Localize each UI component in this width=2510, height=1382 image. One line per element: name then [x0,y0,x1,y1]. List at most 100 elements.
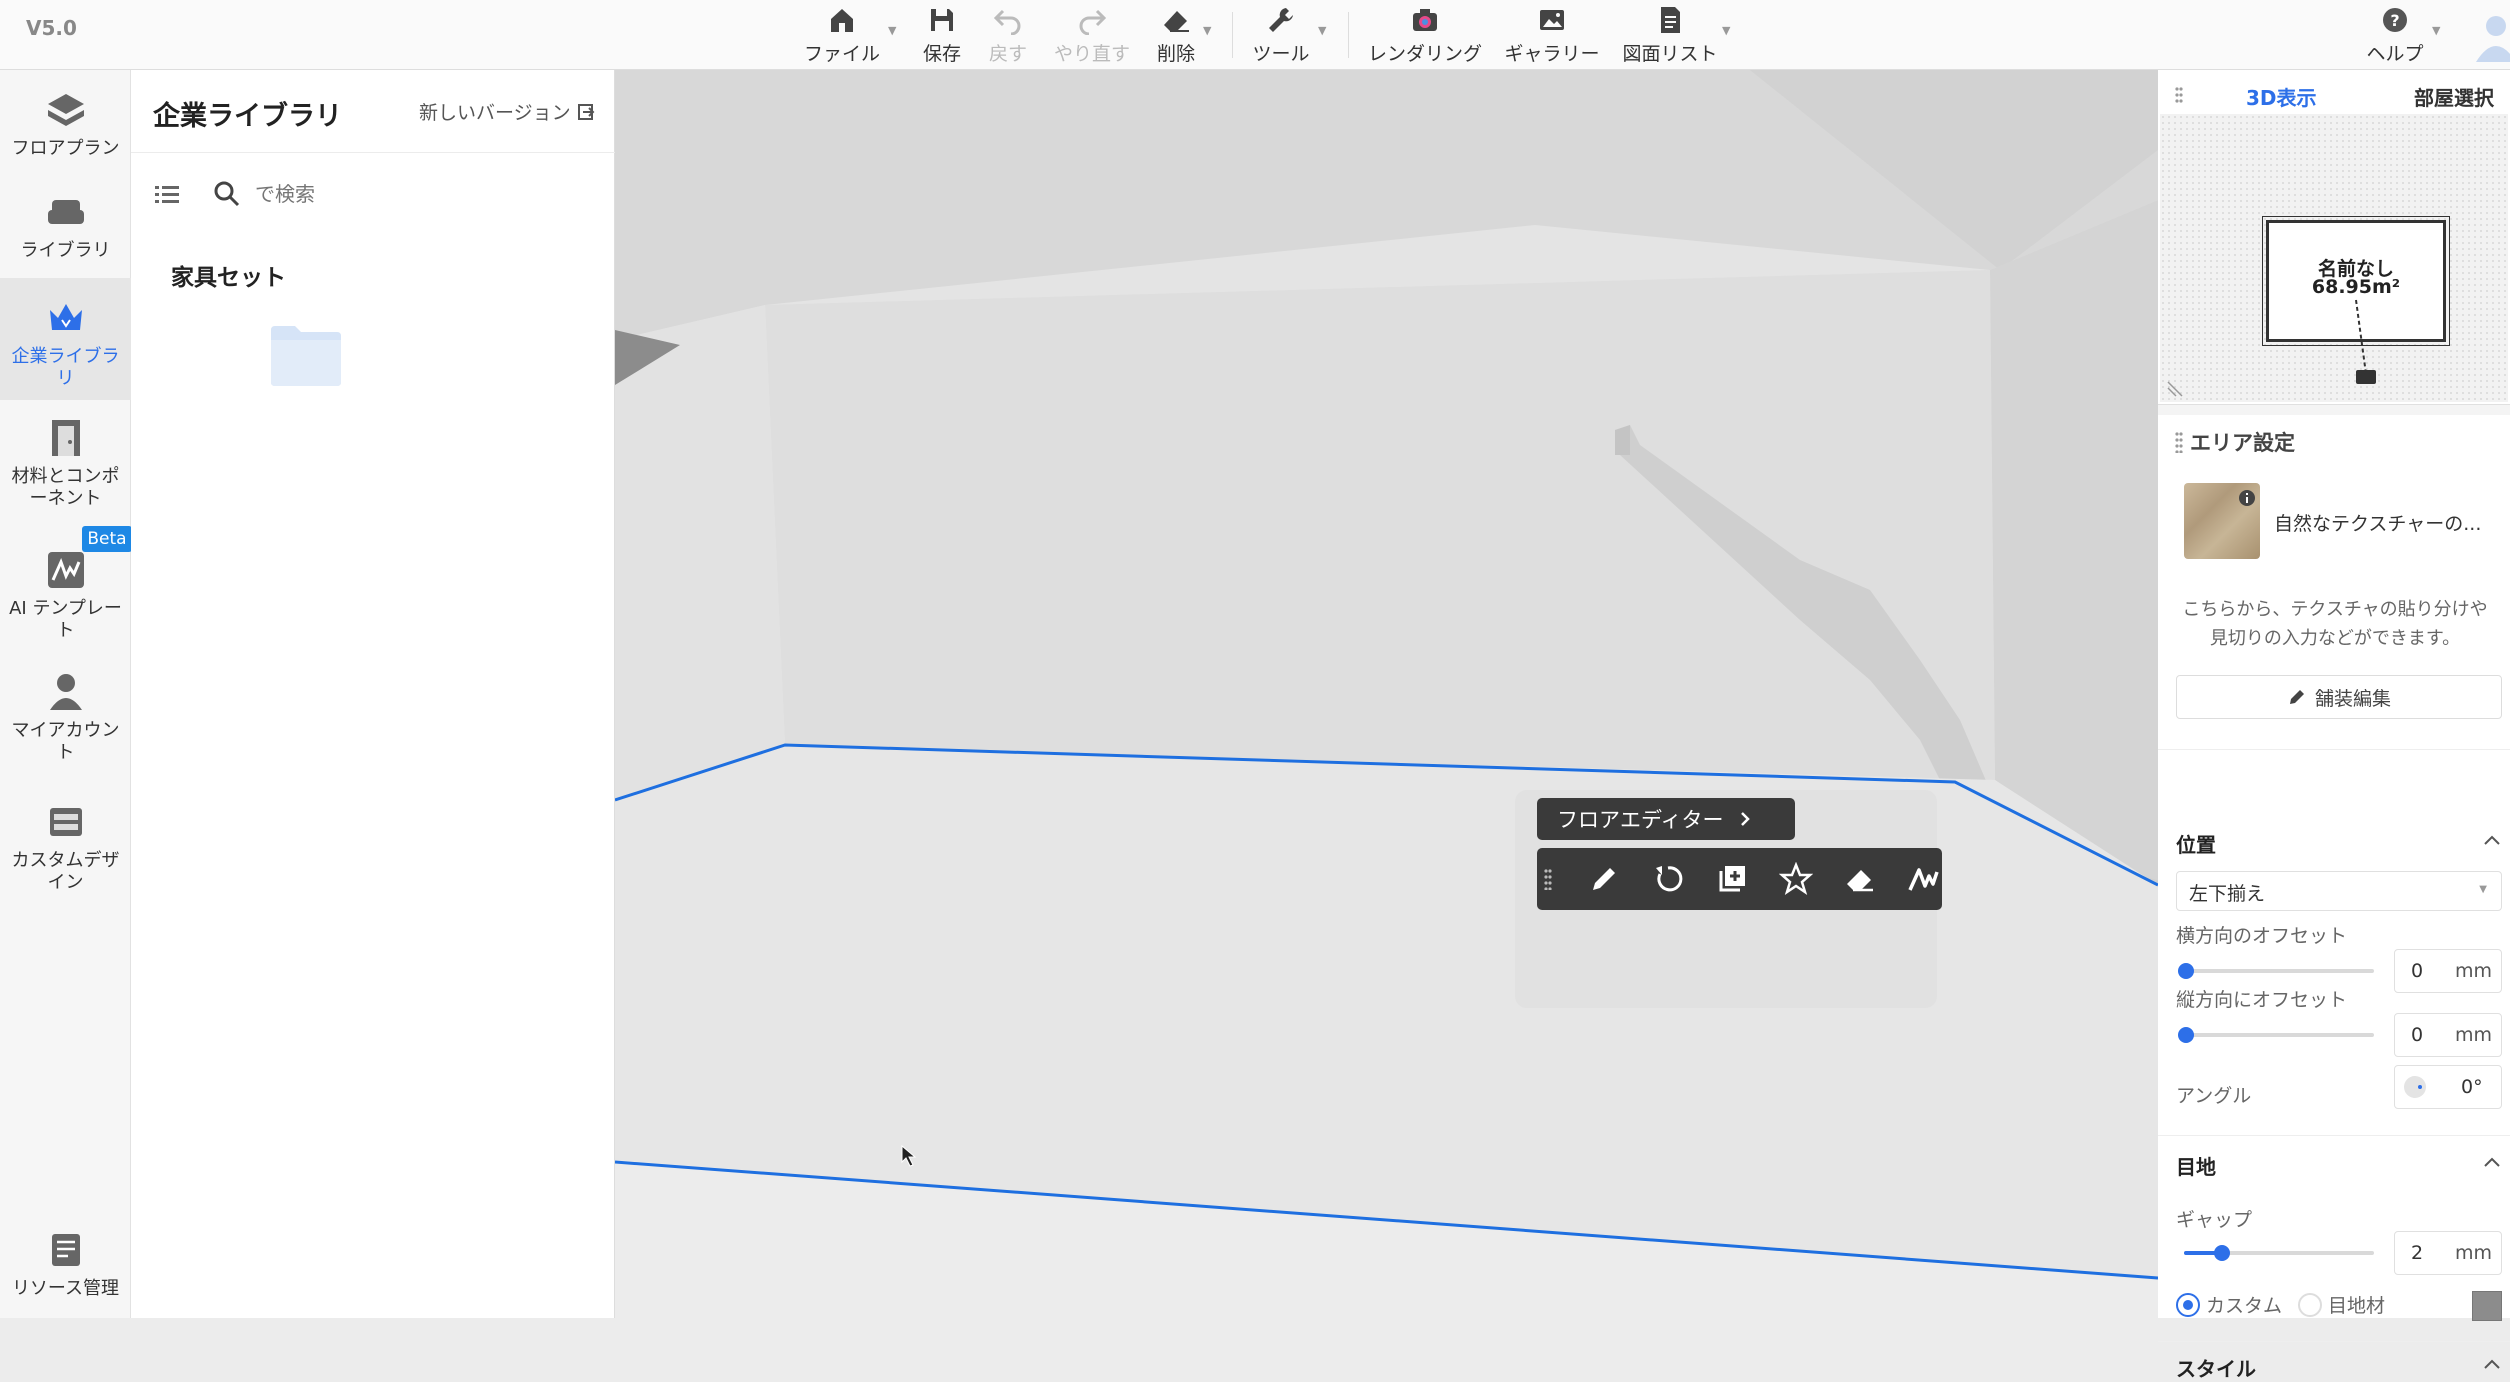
nav-ai-template[interactable]: AI テンプレート [0,548,131,668]
h-offset-input[interactable]: 0 mm [2394,949,2502,993]
info-icon[interactable] [2238,489,2256,507]
v-offset-knob[interactable] [2178,1027,2194,1043]
chevron-up-icon[interactable] [2482,831,2502,851]
new-version-label: 新しいバージョン [419,102,571,124]
search-input[interactable] [255,176,575,212]
nav-custom-design-label: カスタムデザイン [11,850,120,893]
h-offset-slider[interactable] [2184,969,2374,973]
viewport-3d[interactable]: フロアエディター 1F ▼ 2D ▼ 3D ▼ 176 % [615,70,2158,1318]
nav-custom-design[interactable]: カスタムデザイン [0,800,131,920]
ai-icon[interactable] [1907,862,1941,896]
save-button[interactable]: 保存 [912,0,972,70]
add-copy-icon[interactable] [1715,862,1749,896]
radio-material-dot [2298,1292,2322,1317]
position-header: 位置 [2176,833,2216,857]
nav-floorplan[interactable]: フロアプラン [0,88,131,198]
exit-icon [577,103,595,120]
floor-editor-toolbar [1537,848,1942,910]
gap-knob[interactable] [2214,1245,2230,1261]
style-header: スタイル [2176,1357,2256,1381]
undo-button[interactable]: 戻す [978,0,1038,70]
beta-badge: Beta [82,526,132,552]
edit-paving-button[interactable]: 舗装編集 [2176,675,2502,719]
nav-resources[interactable]: リソース管理 [0,1228,131,1308]
folder-icon[interactable] [271,326,341,386]
version-label: V5.0 [26,16,77,40]
texture-name: 自然なテクスチャーの... [2274,513,2482,535]
eraser-icon [1164,10,1189,32]
delete-caret-icon: ▼ [1203,24,1212,37]
alignment-value: 左下揃え [2189,883,2266,905]
chevron-up-icon[interactable] [2482,1153,2502,1173]
minimap-canvas[interactable]: 名前なし 68.95m² [2160,114,2508,402]
angle-dial-icon[interactable] [2403,1075,2427,1099]
chevron-down-icon: ▼ [2479,884,2487,895]
radio-custom[interactable]: カスタム [2176,1291,2282,1318]
crown-icon [49,304,82,330]
help-menu[interactable]: ? ヘルプ [2360,0,2430,70]
tools-menu[interactable]: ツール [1248,0,1314,70]
avatar-icon[interactable] [2470,8,2510,62]
camera-marker-icon[interactable] [2346,298,2386,388]
angle-value: 0° [2461,1076,2483,1098]
svg-text:?: ? [2390,11,2399,30]
radio-custom-dot [2176,1292,2200,1317]
pencil-icon[interactable] [1587,862,1621,896]
chevron-up-icon[interactable] [2482,1355,2502,1375]
area-settings-title: エリア設定 [2190,431,2295,455]
joint-color-swatch[interactable] [2472,1291,2502,1321]
panel-title: 企業ライブラリ [153,101,342,132]
rotate-icon[interactable] [1651,862,1685,896]
door-icon [51,420,80,456]
tools-caret-icon: ▼ [1318,24,1327,37]
tab-room-select[interactable]: 部屋選択 [2414,82,2494,111]
nav-enterprise-library-label: 企業ライブラリ [11,346,120,389]
radio-material[interactable]: 目地材 [2298,1291,2385,1318]
texture-thumbnail[interactable] [2184,483,2260,559]
new-version-button[interactable]: 新しいバージョン [419,98,595,125]
camera-icon [1413,8,1437,31]
gallery-button[interactable]: ギャラリー [1500,0,1604,70]
resize-handle-icon[interactable] [2166,380,2184,398]
floor-editor-button[interactable]: フロアエディター [1537,798,1795,840]
h-offset-value: 0 [2411,960,2424,982]
list-view-icon[interactable] [155,184,179,206]
angle-input[interactable]: 0° [2394,1065,2502,1109]
floor-editor-label: フロアエディター [1557,808,1724,832]
nav-materials[interactable]: 材料とコンポーネント [0,416,131,536]
star-icon[interactable] [1779,862,1813,896]
v-offset-value: 0 [2411,1024,2424,1046]
nav-my-account-label: マイアカウント [11,720,120,763]
drawings-caret-icon: ▼ [1722,24,1731,37]
nav-floorplan-label: フロアプラン [11,138,120,159]
nav-my-account[interactable]: マイアカウント [0,670,131,790]
v-offset-input[interactable]: 0 mm [2394,1013,2502,1057]
rendering-button[interactable]: レンダリング [1365,0,1485,70]
rendering-label: レンダリング [1367,42,1482,65]
ai-template-icon [47,552,84,588]
eraser-icon[interactable] [1843,862,1877,896]
nav-resources-label: リソース管理 [11,1278,120,1299]
alignment-select[interactable]: 左下揃え ▼ [2176,871,2502,911]
drag-handle-icon[interactable] [1543,868,1553,890]
redo-button[interactable]: やり直す [1050,0,1134,70]
h-offset-knob[interactable] [2178,963,2194,979]
right-panel: 3D表示 部屋選択 名前なし 68.95m² エリア設定 自然なテクスチャーの.… [2158,70,2510,1381]
delete-button[interactable]: 削除 [1146,0,1206,70]
gap-value: 2 [2411,1242,2424,1264]
v-offset-label: 縦方向にオフセット [2176,989,2348,1011]
nav-enterprise-library[interactable]: 企業ライブラリ [0,278,131,400]
tools-label: ツール [1252,42,1310,65]
v-offset-slider[interactable] [2184,1033,2374,1037]
drag-handle-icon[interactable] [2174,86,2184,106]
sofa-icon [47,200,84,224]
drag-handle-icon[interactable] [2174,431,2184,453]
cabinet-icon [49,808,82,836]
room-area: 68.95m² [2311,276,2401,298]
help-label: ヘルプ [2366,42,2424,65]
gap-input[interactable]: 2 mm [2394,1231,2502,1275]
file-menu[interactable]: ファイル [800,0,884,70]
tab-3d-view[interactable]: 3D表示 [2246,82,2317,111]
drawings-button[interactable]: 図面リスト [1618,0,1722,70]
nav-ai-template-label: AI テンプレート [9,598,122,641]
